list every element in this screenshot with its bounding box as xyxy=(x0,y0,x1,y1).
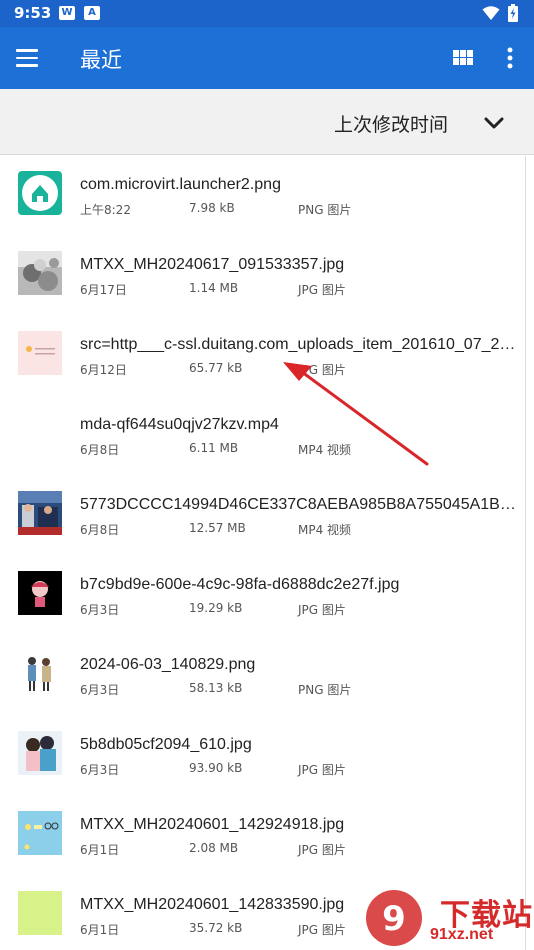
file-date: 6月17日 xyxy=(80,283,127,297)
file-row[interactable]: b7c9bd9e-600e-4c9c-98fa-d6888dc2e27f.jpg… xyxy=(0,556,526,636)
video-thumbnail-blank xyxy=(18,411,62,455)
file-type: PNG 图片 xyxy=(298,683,352,697)
file-size: 19.29 kB xyxy=(189,601,243,615)
couple-drawing-thumbnail xyxy=(18,651,62,695)
file-date: 6月3日 xyxy=(80,603,120,617)
file-size: 12.57 MB xyxy=(189,521,246,535)
pink-card-thumbnail xyxy=(18,331,62,375)
sort-label[interactable]: 上次修改时间 xyxy=(334,110,448,137)
file-size: 93.90 kB xyxy=(189,761,243,775)
file-name: 2024-06-03_140829.png xyxy=(80,656,256,673)
file-size: 65.77 kB xyxy=(189,361,243,375)
page-title: 最近 xyxy=(80,48,122,72)
blue-doodle-thumbnail xyxy=(18,811,62,855)
file-list: com.microvirt.launcher2.png 上午8:22 7.98 … xyxy=(0,156,534,950)
file-size: 2.08 MB xyxy=(189,841,239,855)
file-name: 5773DCCCC14994D46CE337C8AEBA985B8A755045… xyxy=(80,496,516,513)
file-name: src=http___c-ssl.duitang.com_uploads_ite… xyxy=(80,336,516,353)
file-type: MP4 视频 xyxy=(298,443,352,457)
file-row[interactable]: 5773DCCCC14994D46CE337C8AEBA985B8A755045… xyxy=(0,476,526,556)
battery-icon xyxy=(508,4,518,22)
launcher-thumbnail xyxy=(18,171,62,215)
status-bar: 9:53 W A xyxy=(0,0,534,27)
file-name: mda-qf644su0qjv27kzv.mp4 xyxy=(80,416,279,433)
file-type: JPG 图片 xyxy=(298,843,346,857)
chevron-down-icon[interactable] xyxy=(482,111,506,135)
file-type: JPG 图片 xyxy=(298,603,346,617)
file-type: JPG 图片 xyxy=(298,283,346,297)
hug-illustration-thumbnail xyxy=(18,731,62,775)
file-date: 6月1日 xyxy=(80,843,120,857)
file-date: 上午8:22 xyxy=(80,203,131,217)
status-indicators xyxy=(482,4,518,22)
file-date: 6月3日 xyxy=(80,683,120,697)
app-notification-icon: A xyxy=(84,6,100,20)
file-date: 6月1日 xyxy=(80,923,120,937)
file-name: 5b8db05cf2094_610.jpg xyxy=(80,736,252,753)
file-size: 6.11 MB xyxy=(189,441,239,455)
file-row[interactable]: src=http___c-ssl.duitang.com_uploads_ite… xyxy=(0,316,526,396)
file-date: 6月3日 xyxy=(80,763,120,777)
file-date: 6月8日 xyxy=(80,523,120,537)
file-name: com.microvirt.launcher2.png xyxy=(80,176,281,193)
file-row[interactable]: MTXX_MH20240601_142924918.jpg 6月1日 2.08 … xyxy=(0,796,526,876)
file-type: JPG 图片 xyxy=(298,923,346,937)
file-name: MTXX_MH20240601_142833590.jpg xyxy=(80,896,345,913)
app-bar: 最近 xyxy=(0,27,534,89)
wifi-icon xyxy=(482,6,500,20)
news-video-thumbnail xyxy=(18,491,62,535)
wps-notification-icon: W xyxy=(59,6,75,20)
file-type: MP4 视频 xyxy=(298,523,352,537)
file-row[interactable]: MTXX_MH20240617_091533357.jpg 6月17日 1.14… xyxy=(0,236,526,316)
file-row[interactable]: mda-qf644su0qjv27kzv.mp4 6月8日 6.11 MB MP… xyxy=(0,396,526,476)
file-name: MTXX_MH20240617_091533357.jpg xyxy=(80,256,345,273)
file-type: JPG 图片 xyxy=(298,363,346,377)
file-name: b7c9bd9e-600e-4c9c-98fa-d6888dc2e27f.jpg xyxy=(80,576,400,593)
flower-photo-thumbnail xyxy=(18,251,62,295)
cartoon-girl-thumbnail xyxy=(18,571,62,615)
file-date: 6月8日 xyxy=(80,443,120,457)
grid-view-icon[interactable] xyxy=(452,47,474,69)
status-time: 9:53 xyxy=(14,4,52,22)
hamburger-menu-icon[interactable] xyxy=(16,44,46,72)
green-solid-thumbnail xyxy=(18,891,62,935)
file-size: 7.98 kB xyxy=(189,201,235,215)
file-size: 58.13 kB xyxy=(189,681,243,695)
file-size: 35.72 kB xyxy=(189,921,243,935)
file-row[interactable]: 5b8db05cf2094_610.jpg 6月3日 93.90 kB JPG … xyxy=(0,716,526,796)
sort-bar[interactable]: 上次修改时间 xyxy=(0,89,534,155)
file-row[interactable]: com.microvirt.launcher2.png 上午8:22 7.98 … xyxy=(0,156,526,236)
file-date: 6月12日 xyxy=(80,363,127,377)
watermark-url: 91xz.net xyxy=(430,926,494,943)
file-type: JPG 图片 xyxy=(298,763,346,777)
more-vertical-icon[interactable] xyxy=(500,45,520,71)
file-type: PNG 图片 xyxy=(298,203,352,217)
file-row[interactable]: 2024-06-03_140829.png 6月3日 58.13 kB PNG … xyxy=(0,636,526,716)
file-size: 1.14 MB xyxy=(189,281,239,295)
svg-text:9: 9 xyxy=(382,899,406,939)
file-name: MTXX_MH20240601_142924918.jpg xyxy=(80,816,345,833)
